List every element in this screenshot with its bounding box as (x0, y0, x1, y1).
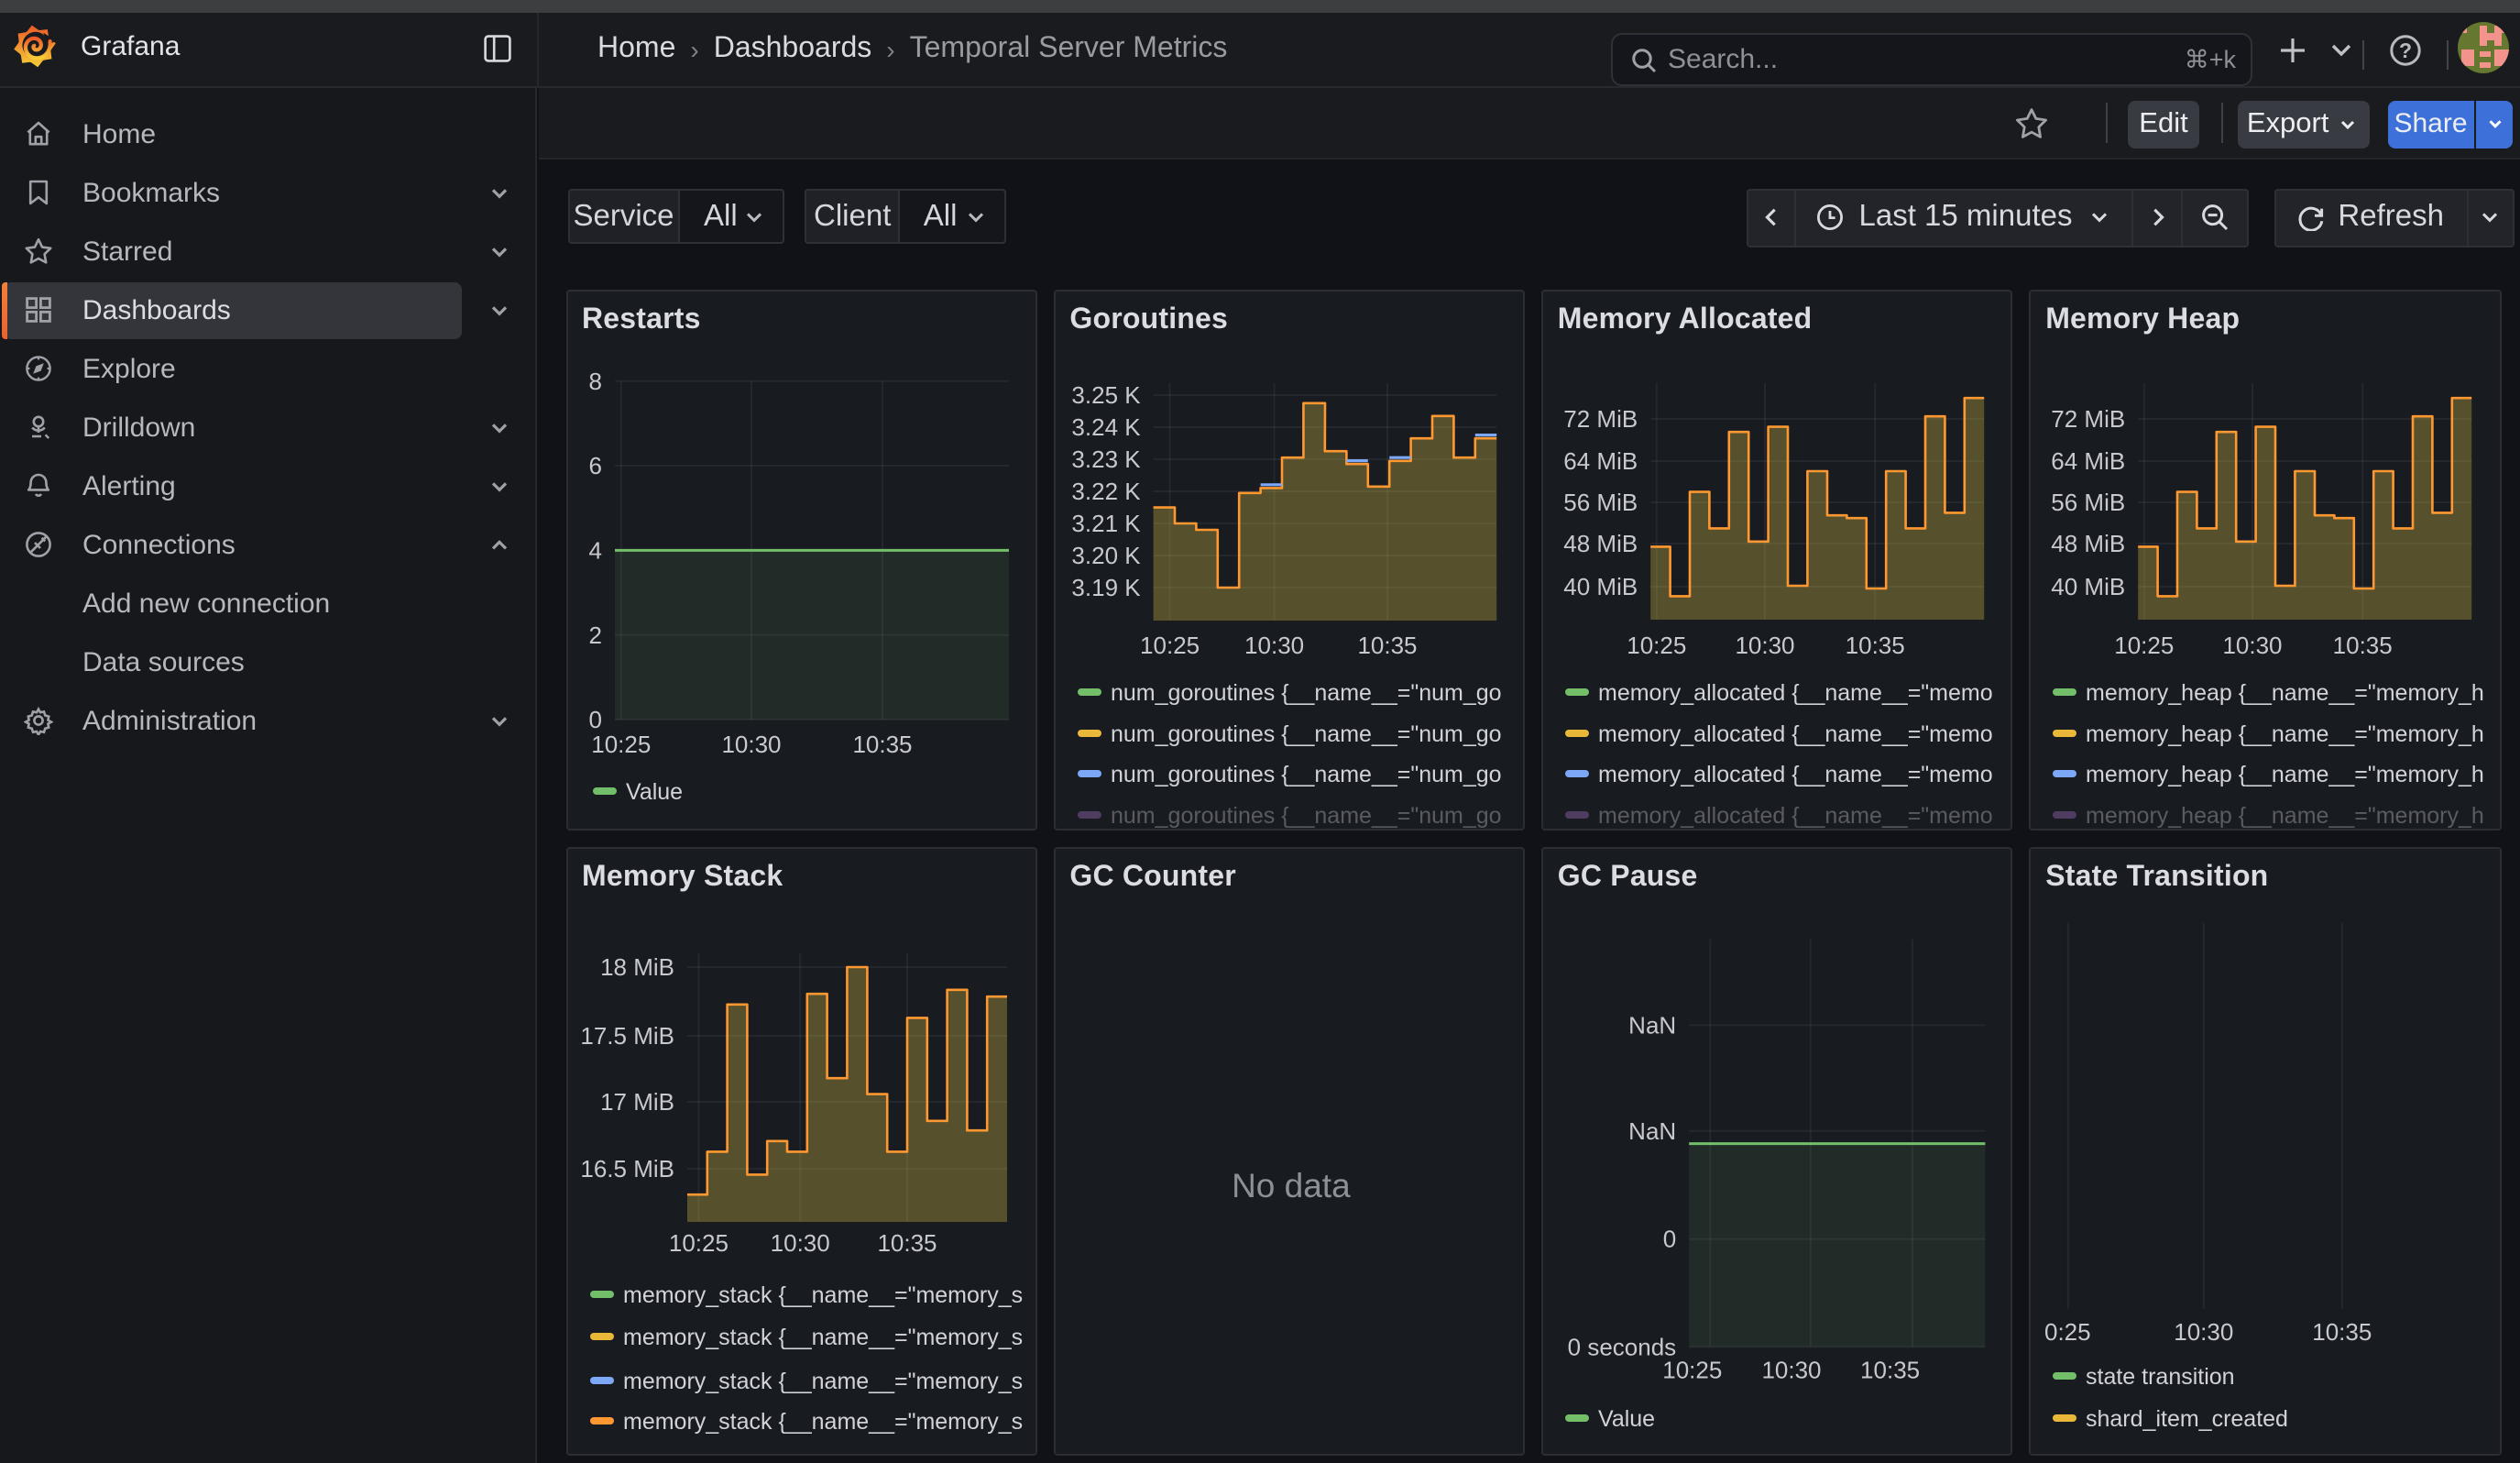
svg-text:memory_allocated {__name__="me: memory_allocated {__name__="memo (1598, 762, 1993, 787)
svg-text:Value: Value (1598, 1406, 1655, 1432)
svg-text:40 MiB: 40 MiB (1563, 573, 1638, 600)
svg-text:3.21 K: 3.21 K (1071, 510, 1141, 537)
svg-text:memory_stack {__name__="memory: memory_stack {__name__="memory_s (622, 1369, 1022, 1394)
svg-text:56 MiB: 56 MiB (1563, 489, 1638, 516)
svg-text:10:30: 10:30 (720, 731, 780, 758)
svg-text:10:30: 10:30 (1244, 632, 1303, 659)
svg-text:memory_stack {__name__="memory: memory_stack {__name__="memory_s (622, 1325, 1022, 1350)
svg-text:Value: Value (625, 779, 682, 805)
svg-text:72 MiB: 72 MiB (1563, 405, 1638, 433)
svg-text:10:35: 10:35 (1357, 632, 1417, 659)
svg-text:num_goroutines {__name__="num_: num_goroutines {__name__="num_go (1110, 803, 1501, 829)
svg-text:memory_allocated {__name__="me: memory_allocated {__name__="memo (1598, 680, 1993, 706)
svg-text:0: 0 (1663, 1226, 1676, 1253)
svg-text:0:25: 0:25 (2044, 1318, 2091, 1346)
svg-text:10:35: 10:35 (2312, 1318, 2372, 1346)
svg-text:3.20 K: 3.20 K (1071, 542, 1141, 569)
svg-text:18 MiB: 18 MiB (599, 953, 674, 981)
svg-text:10:35: 10:35 (1860, 1357, 1920, 1384)
svg-text:10:25: 10:25 (1139, 632, 1199, 659)
svg-text:6: 6 (588, 452, 601, 479)
svg-text:3.23 K: 3.23 K (1071, 446, 1141, 473)
svg-text:num_goroutines {__name__="num_: num_goroutines {__name__="num_go (1110, 680, 1501, 706)
svg-text:10:35: 10:35 (851, 731, 911, 758)
svg-text:10:25: 10:25 (1627, 632, 1686, 659)
svg-text:64 MiB: 64 MiB (2051, 447, 2125, 475)
svg-text:10:25: 10:25 (668, 1229, 728, 1257)
svg-text:memory_stack {__name__="memory: memory_stack {__name__="memory_s (622, 1282, 1022, 1308)
svg-text:17 MiB: 17 MiB (599, 1088, 674, 1116)
svg-text:16.5 MiB: 16.5 MiB (579, 1155, 674, 1182)
svg-text:10:30: 10:30 (2223, 632, 2283, 659)
svg-text:17.5 MiB: 17.5 MiB (579, 1022, 674, 1050)
svg-text:NaN: NaN (1628, 1011, 1676, 1039)
svg-text:10:30: 10:30 (1735, 632, 1794, 659)
svg-text:3.24 K: 3.24 K (1071, 413, 1141, 441)
svg-text:10:30: 10:30 (770, 1229, 829, 1257)
svg-text:2: 2 (588, 622, 601, 649)
svg-text:72 MiB: 72 MiB (2051, 405, 2125, 433)
svg-text:memory_heap {__name__="memory_: memory_heap {__name__="memory_h (2086, 762, 2484, 787)
svg-text:56 MiB: 56 MiB (2051, 489, 2125, 516)
svg-text:memory_allocated {__name__="me: memory_allocated {__name__="memo (1598, 803, 1993, 829)
svg-text:3.22 K: 3.22 K (1071, 478, 1141, 505)
svg-text:num_goroutines {__name__="num_: num_goroutines {__name__="num_go (1110, 762, 1501, 787)
svg-text:num_goroutines {__name__="num_: num_goroutines {__name__="num_go (1110, 721, 1501, 747)
svg-text:10:30: 10:30 (1761, 1357, 1821, 1384)
svg-text:?: ? (2399, 38, 2412, 62)
svg-text:10:35: 10:35 (1845, 632, 1904, 659)
svg-text:3.25 K: 3.25 K (1071, 381, 1141, 409)
svg-text:memory_stack {__name__="memory: memory_stack {__name__="memory_s (622, 1409, 1022, 1435)
svg-text:10:35: 10:35 (2333, 632, 2393, 659)
svg-text:10:25: 10:25 (1662, 1357, 1722, 1384)
svg-text:memory_allocated {__name__="me: memory_allocated {__name__="memo (1598, 721, 1993, 747)
svg-text:10:30: 10:30 (2174, 1318, 2233, 1346)
svg-text:64 MiB: 64 MiB (1563, 447, 1638, 475)
svg-text:4: 4 (588, 536, 601, 564)
svg-text:memory_heap {__name__="memory_: memory_heap {__name__="memory_h (2086, 680, 2484, 706)
svg-text:memory_heap {__name__="memory_: memory_heap {__name__="memory_h (2086, 803, 2484, 829)
svg-text:shard_item_created: shard_item_created (2086, 1406, 2288, 1432)
svg-text:48 MiB: 48 MiB (2051, 530, 2125, 557)
svg-text:48 MiB: 48 MiB (1563, 530, 1638, 557)
svg-text:state transition: state transition (2086, 1364, 2235, 1390)
svg-text:NaN: NaN (1628, 1117, 1676, 1145)
svg-text:40 MiB: 40 MiB (2051, 573, 2125, 600)
svg-text:10:25: 10:25 (590, 731, 650, 758)
svg-text:8: 8 (588, 368, 601, 395)
svg-text:memory_heap {__name__="memory_: memory_heap {__name__="memory_h (2086, 721, 2484, 747)
svg-text:10:35: 10:35 (876, 1229, 936, 1257)
svg-text:0 seconds: 0 seconds (1567, 1333, 1676, 1360)
svg-text:10:25: 10:25 (2114, 632, 2174, 659)
svg-text:0: 0 (588, 706, 601, 733)
svg-text:3.19 K: 3.19 K (1071, 574, 1141, 601)
